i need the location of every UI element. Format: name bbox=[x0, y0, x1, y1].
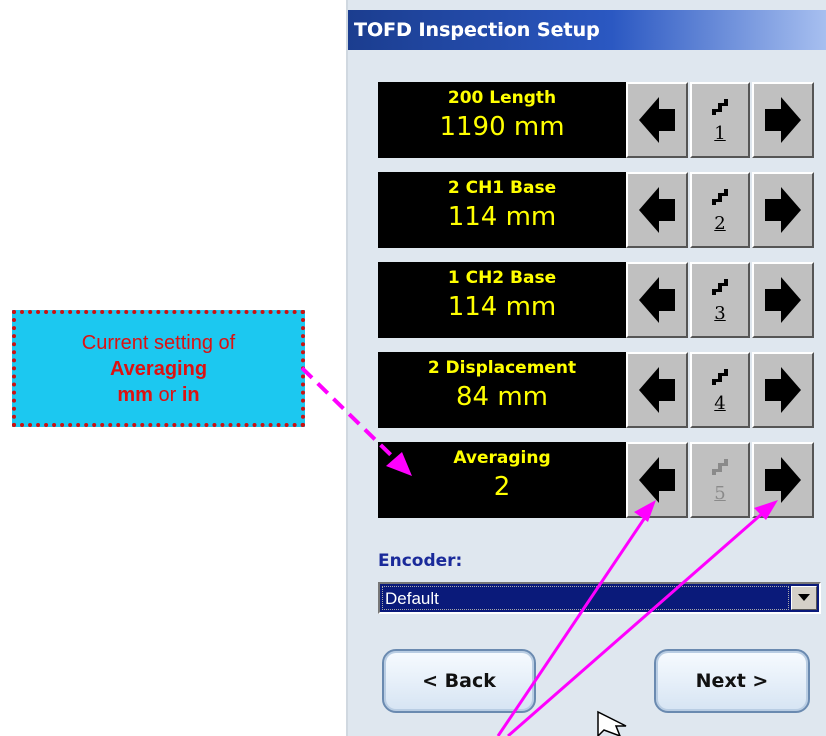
back-button[interactable]: < Back bbox=[382, 649, 536, 713]
param-row-length: 200 Length 1190 mm 1 bbox=[378, 82, 818, 158]
right-arrow-icon bbox=[765, 97, 801, 143]
step-icon bbox=[712, 368, 728, 385]
step-button[interactable]: 4 bbox=[690, 352, 750, 428]
param-row-displacement: 2 Displacement 84 mm 4 bbox=[378, 352, 818, 428]
step-button[interactable]: 1 bbox=[690, 82, 750, 158]
increase-button[interactable] bbox=[752, 442, 814, 518]
left-arrow-icon bbox=[639, 277, 675, 323]
param-label: 1 CH2 Base bbox=[447, 268, 557, 288]
step-number: 1 bbox=[714, 122, 726, 144]
param-row-averaging: Averaging 2 5 bbox=[378, 442, 818, 518]
param-value: 114 mm bbox=[447, 292, 557, 322]
left-arrow-icon bbox=[639, 187, 675, 233]
param-label: 2 Displacement bbox=[427, 358, 577, 378]
step-icon bbox=[712, 278, 728, 295]
decrease-button[interactable] bbox=[626, 82, 688, 158]
step-number: 3 bbox=[714, 302, 726, 324]
right-arrow-icon bbox=[765, 187, 801, 233]
param-display: 2 Displacement 84 mm bbox=[378, 352, 626, 428]
step-number: 4 bbox=[714, 392, 726, 414]
callout-line2: Averaging bbox=[109, 357, 208, 380]
increase-button[interactable] bbox=[752, 172, 814, 248]
param-display: 2 CH1 Base 114 mm bbox=[378, 172, 626, 248]
callout-line1: Current setting of bbox=[81, 331, 236, 354]
step-number: 5 bbox=[714, 482, 726, 504]
param-value: 1190 mm bbox=[439, 112, 565, 142]
decrease-button[interactable] bbox=[626, 172, 688, 248]
encoder-label: Encoder: bbox=[378, 551, 463, 571]
param-display: 1 CH2 Base 114 mm bbox=[378, 262, 626, 338]
param-display: 200 Length 1190 mm bbox=[378, 82, 626, 158]
step-button[interactable]: 5 bbox=[690, 442, 750, 518]
dropdown-arrow-icon bbox=[798, 594, 810, 601]
increase-button[interactable] bbox=[752, 352, 814, 428]
callout-unit-mm: mm bbox=[117, 383, 153, 406]
param-value: 84 mm bbox=[455, 382, 548, 412]
encoder-select[interactable]: Default bbox=[378, 582, 821, 614]
callout-or: or bbox=[152, 383, 182, 406]
param-display: Averaging 2 bbox=[378, 442, 626, 518]
dropdown-button[interactable] bbox=[791, 586, 817, 610]
param-row-ch1-base: 2 CH1 Base 114 mm 2 bbox=[378, 172, 818, 248]
param-row-ch2-base: 1 CH2 Base 114 mm 3 bbox=[378, 262, 818, 338]
averaging-callout: Current setting of Averaging mm or in bbox=[12, 310, 305, 427]
window-title: TOFD Inspection Setup bbox=[354, 19, 600, 41]
encoder-selected-value: Default bbox=[382, 586, 789, 610]
left-arrow-icon bbox=[639, 457, 675, 503]
step-icon bbox=[712, 188, 728, 205]
right-arrow-icon bbox=[765, 367, 801, 413]
left-arrow-icon bbox=[639, 367, 675, 413]
decrease-button[interactable] bbox=[626, 442, 688, 518]
decrease-button[interactable] bbox=[626, 352, 688, 428]
callout-line3: mm or in bbox=[117, 382, 199, 408]
window-titlebar: TOFD Inspection Setup bbox=[348, 10, 826, 50]
right-arrow-icon bbox=[765, 457, 801, 503]
decrease-button[interactable] bbox=[626, 262, 688, 338]
param-label: 200 Length bbox=[447, 88, 557, 108]
param-value: 2 bbox=[493, 472, 511, 502]
param-label: Averaging bbox=[453, 448, 551, 468]
param-label: 2 CH1 Base bbox=[447, 178, 557, 198]
step-button[interactable]: 2 bbox=[690, 172, 750, 248]
step-number: 2 bbox=[714, 212, 726, 234]
increase-button[interactable] bbox=[752, 82, 814, 158]
step-icon bbox=[712, 98, 728, 115]
callout-unit-in: in bbox=[181, 383, 200, 406]
step-icon bbox=[712, 458, 728, 475]
param-value: 114 mm bbox=[447, 202, 557, 232]
next-button[interactable]: Next > bbox=[654, 649, 810, 713]
right-arrow-icon bbox=[765, 277, 801, 323]
tofd-setup-panel: TOFD Inspection Setup 200 Length 1190 mm… bbox=[346, 0, 826, 736]
increase-button[interactable] bbox=[752, 262, 814, 338]
step-button[interactable]: 3 bbox=[690, 262, 750, 338]
left-arrow-icon bbox=[639, 97, 675, 143]
